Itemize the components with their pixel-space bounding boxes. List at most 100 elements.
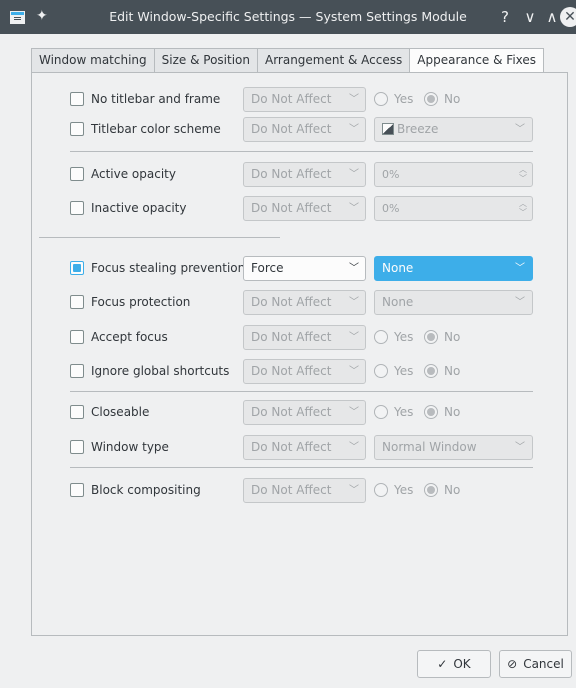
ignore-shortcuts-radio-group: Yes No (374, 359, 534, 383)
titlebar-color-checkbox[interactable] (70, 122, 84, 136)
no-radio[interactable] (424, 364, 438, 378)
block-compositing-label: Block compositing (91, 483, 201, 497)
tab-size-position[interactable]: Size & Position (153, 48, 257, 73)
block-compositing-policy-combo[interactable]: Do Not Affect ﹀ (243, 478, 366, 503)
combo-value: Do Not Affect (251, 440, 332, 454)
yes-radio[interactable] (374, 330, 388, 344)
minimize-icon[interactable]: ∨ (519, 6, 541, 28)
yes-radio[interactable] (374, 92, 388, 106)
chevron-down-icon: ﹀ (349, 169, 359, 180)
yes-radio[interactable] (374, 364, 388, 378)
no-radio[interactable] (424, 483, 438, 497)
combo-value: Do Not Affect (251, 295, 332, 309)
window-type-policy-combo[interactable]: Do Not Affect ﹀ (243, 435, 366, 460)
focus-protection-policy-combo[interactable]: Do Not Affect ﹀ (243, 290, 366, 315)
color-scheme-value: Breeze (397, 122, 439, 136)
tab-window-matching[interactable]: Window matching (31, 48, 154, 73)
no-radio[interactable] (424, 405, 438, 419)
closeable-checkbox[interactable] (70, 405, 84, 419)
no-label: No (444, 330, 461, 344)
closeable-policy-combo[interactable]: Do Not Affect ﹀ (243, 400, 366, 425)
combo-value: Do Not Affect (251, 122, 332, 136)
focus-protection-level-combo[interactable]: None ﹀ (374, 290, 533, 315)
color-scheme-icon (382, 123, 394, 135)
checkmark-icon: ✓ (437, 657, 448, 671)
no-titlebar-checkbox[interactable] (70, 92, 84, 106)
row-active-opacity: Active opacity Do Not Affect ﹀ 0% ︿ ﹀ (70, 162, 540, 187)
chevron-down-icon: ﹀ (349, 263, 359, 274)
combo-value: Do Not Affect (251, 167, 332, 181)
window-type-value-combo[interactable]: Normal Window ﹀ (374, 435, 533, 460)
spin-arrows-icon[interactable]: ︿ ﹀ (519, 165, 527, 183)
focus-protection-label: Focus protection (91, 295, 191, 309)
focus-stealing-label: Focus stealing prevention (91, 261, 246, 275)
no-label: No (444, 405, 461, 419)
row-inactive-opacity: Inactive opacity Do Not Affect ﹀ 0% ︿ ﹀ (70, 196, 540, 221)
inactive-opacity-checkbox[interactable] (70, 201, 84, 215)
combo-value: Force (251, 261, 284, 275)
inactive-opacity-policy-combo[interactable]: Do Not Affect ﹀ (243, 196, 366, 221)
active-opacity-checkbox[interactable] (70, 167, 84, 181)
cancel-button[interactable]: ⊘ Cancel (499, 650, 572, 678)
chevron-down-icon: ﹀ (349, 442, 359, 453)
chevron-down-icon: ﹀ (349, 94, 359, 105)
chevron-down-icon: ﹀ (515, 442, 525, 453)
accept-focus-label: Accept focus (91, 330, 168, 344)
no-titlebar-policy-combo[interactable]: Do Not Affect ﹀ (243, 87, 366, 112)
ok-button[interactable]: ✓ OK (417, 650, 491, 678)
row-window-type: Window type Do Not Affect ﹀ Normal Window… (70, 435, 540, 460)
window-type-value: Normal Window (382, 440, 477, 454)
focus-stealing-policy-combo[interactable]: Force ﹀ (243, 256, 366, 281)
spin-arrows-icon[interactable]: ︿ ﹀ (519, 199, 527, 217)
chevron-down-icon: ﹀ (349, 203, 359, 214)
cancel-label: Cancel (523, 657, 564, 671)
no-titlebar-radio-group: Yes No (374, 87, 534, 111)
closeable-label: Closeable (91, 405, 150, 419)
chevron-down-icon: ﹀ (349, 485, 359, 496)
active-opacity-spinbox[interactable]: 0% ︿ ﹀ (374, 162, 533, 187)
accept-focus-radio-group: Yes No (374, 325, 534, 349)
tab-appearance-fixes[interactable]: Appearance & Fixes (409, 48, 545, 74)
window-type-checkbox[interactable] (70, 440, 84, 454)
inactive-opacity-label: Inactive opacity (91, 201, 187, 215)
cancel-icon: ⊘ (507, 657, 518, 671)
combo-value: Do Not Affect (251, 405, 332, 419)
yes-label: Yes (394, 483, 414, 497)
yes-radio[interactable] (374, 405, 388, 419)
row-closeable: Closeable Do Not Affect ﹀ Yes No (70, 400, 540, 425)
window-type-label: Window type (91, 440, 169, 454)
appearance-fixes-panel: No titlebar and frame Do Not Affect ﹀ Yes… (31, 72, 568, 636)
chevron-down-icon: ﹀ (515, 263, 525, 274)
level-value: None (382, 295, 414, 309)
accept-focus-policy-combo[interactable]: Do Not Affect ﹀ (243, 325, 366, 350)
spin-value: 0% (382, 202, 400, 215)
yes-label: Yes (394, 330, 414, 344)
accept-focus-checkbox[interactable] (70, 330, 84, 344)
yes-label: Yes (394, 92, 414, 106)
active-opacity-policy-combo[interactable]: Do Not Affect ﹀ (243, 162, 366, 187)
chevron-down-icon: ﹀ (349, 407, 359, 418)
tab-arrangement-access[interactable]: Arrangement & Access (256, 48, 410, 73)
ignore-shortcuts-checkbox[interactable] (70, 364, 84, 378)
yes-radio[interactable] (374, 483, 388, 497)
focus-protection-checkbox[interactable] (70, 295, 84, 309)
no-radio[interactable] (424, 92, 438, 106)
window-titlebar[interactable]: ✦ Edit Window-Specific Settings — System… (0, 0, 576, 34)
ok-label: OK (453, 657, 471, 671)
ignore-shortcuts-policy-combo[interactable]: Do Not Affect ﹀ (243, 359, 366, 384)
block-compositing-checkbox[interactable] (70, 483, 84, 497)
focus-stealing-level-combo[interactable]: None ﹀ (374, 256, 533, 281)
chevron-down-icon: ﹀ (515, 297, 525, 308)
inactive-opacity-spinbox[interactable]: 0% ︿ ﹀ (374, 196, 533, 221)
no-titlebar-label: No titlebar and frame (91, 92, 221, 106)
no-label: No (444, 92, 461, 106)
color-scheme-combo[interactable]: Breeze ﹀ (374, 117, 533, 142)
focus-stealing-checkbox[interactable] (70, 261, 84, 275)
no-radio[interactable] (424, 330, 438, 344)
combo-value: Do Not Affect (251, 483, 332, 497)
no-label: No (444, 364, 461, 378)
chevron-down-icon: ﹀ (515, 124, 525, 135)
help-icon[interactable]: ? (494, 6, 516, 28)
titlebar-color-policy-combo[interactable]: Do Not Affect ﹀ (243, 117, 366, 142)
close-icon[interactable]: ✕ (560, 7, 576, 27)
